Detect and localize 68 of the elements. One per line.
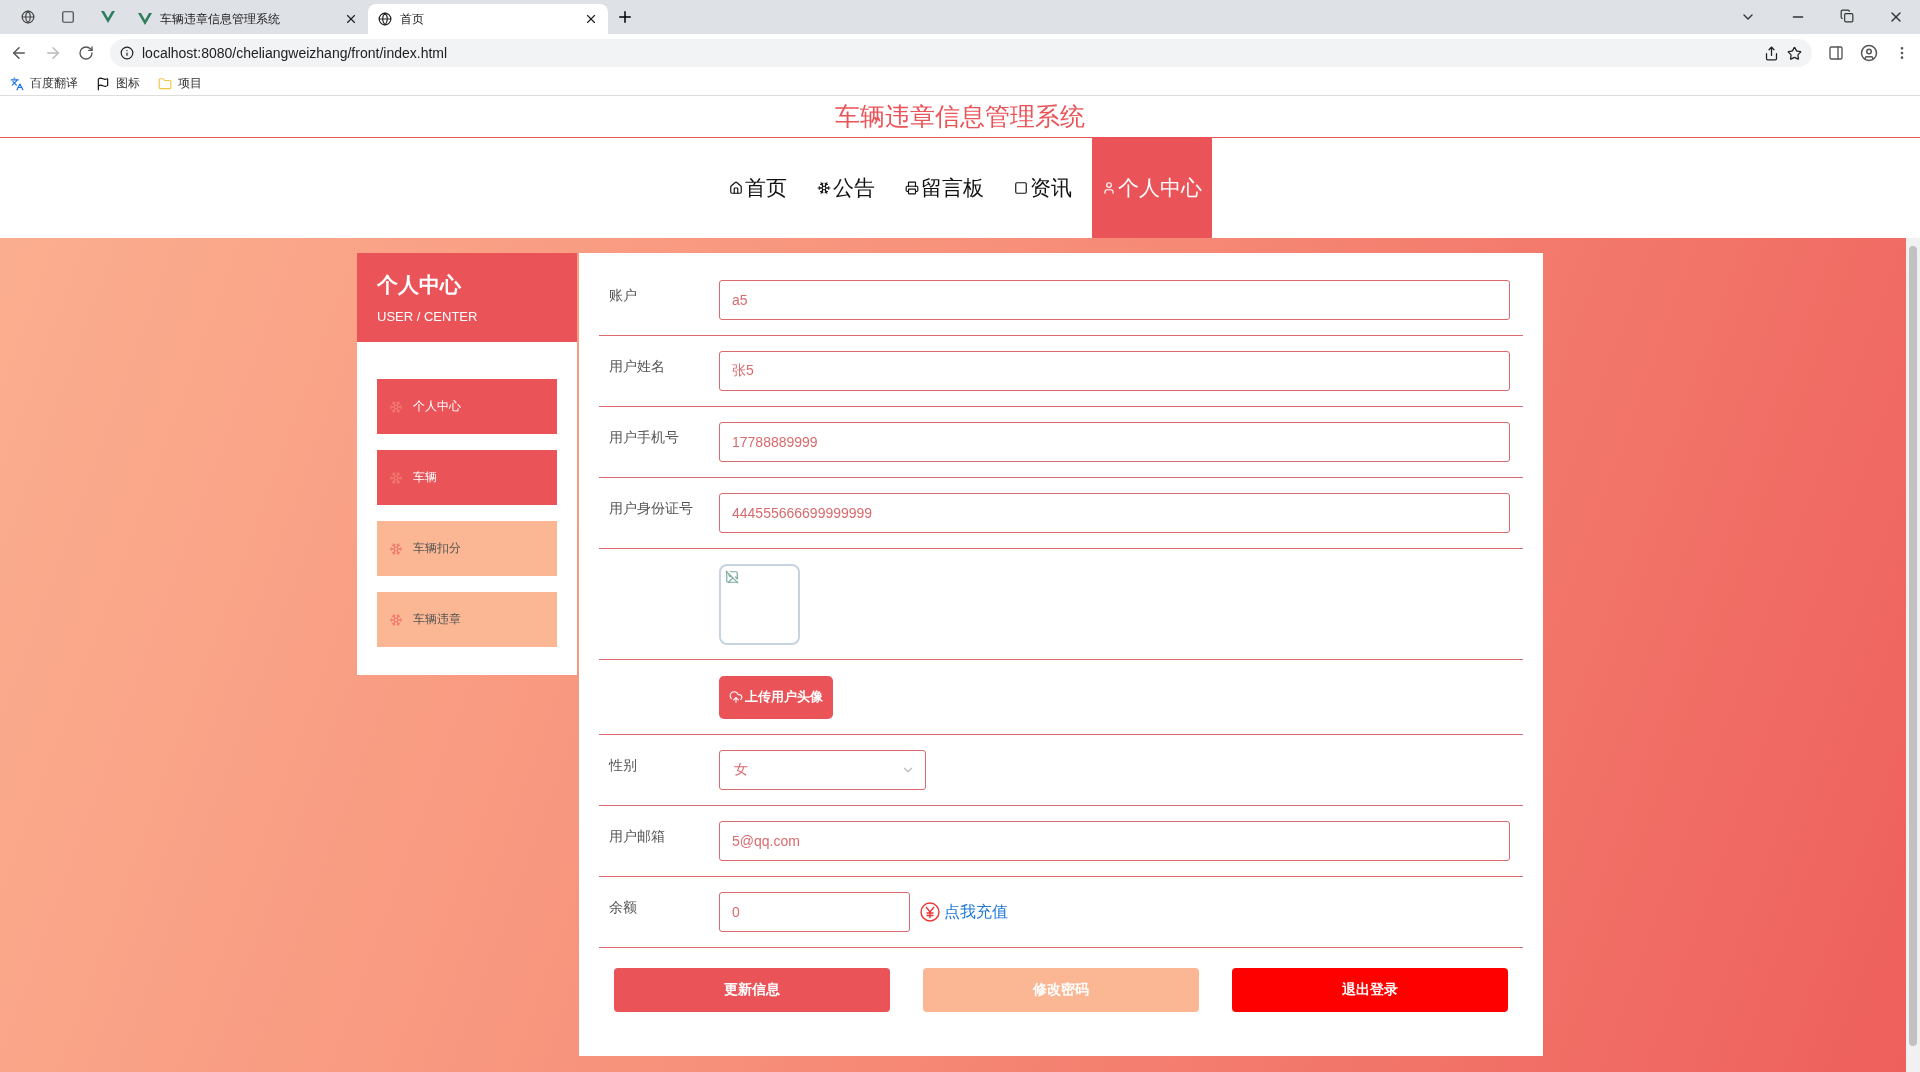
cloud-upload-icon <box>729 690 743 704</box>
profile-icon[interactable] <box>1860 44 1878 62</box>
snowflake-icon <box>389 612 403 627</box>
side-panel-icon[interactable] <box>1828 45 1844 61</box>
info-icon[interactable] <box>120 46 134 60</box>
nav-tab[interactable]: 资讯 <box>1003 138 1082 238</box>
input-field[interactable]: 444555666699999999 <box>719 493 1510 533</box>
translate-icon <box>10 76 24 91</box>
field-label: 用户邮箱 <box>608 827 666 846</box>
input-field[interactable]: a5 <box>719 280 1510 320</box>
sidebar-item[interactable]: 车辆 <box>377 450 557 505</box>
sidebar-item[interactable]: 车辆违章 <box>377 592 557 647</box>
browser-tab[interactable]: 车辆违章信息管理系统 <box>128 4 368 34</box>
input-field[interactable]: 17788889999 <box>719 422 1510 462</box>
v-logo-icon <box>138 12 152 26</box>
sidebar-subtitle: USER / CENTER <box>377 309 479 324</box>
star-icon[interactable] <box>1787 45 1802 61</box>
nav-tab[interactable]: 个人中心 <box>1091 138 1212 238</box>
close-icon[interactable] <box>584 12 598 26</box>
square-icon <box>61 10 75 24</box>
recharge-link[interactable]: 点我充值 <box>920 901 1008 923</box>
reload-icon[interactable] <box>78 45 94 61</box>
user-icon <box>1101 181 1116 195</box>
new-tab-icon[interactable] <box>616 8 634 26</box>
bookmark[interactable]: 百度翻译 <box>10 75 78 92</box>
sidebar-item[interactable]: 车辆扣分 <box>377 521 557 576</box>
input-field[interactable]: 5@qq.com <box>719 821 1510 861</box>
snowflake-icon <box>389 470 403 485</box>
site-title: 车辆违章信息管理系统 <box>835 101 1085 132</box>
nav-tab[interactable]: 留言板 <box>894 138 994 238</box>
yen-icon <box>920 902 940 922</box>
scrollbar[interactable] <box>1906 238 1920 1072</box>
v-logo-icon <box>101 10 115 24</box>
field-label: 用户手机号 <box>608 428 680 447</box>
field-label: 用户姓名 <box>608 357 666 376</box>
input-field[interactable]: 0 <box>719 892 910 932</box>
sidebar-item[interactable]: 个人中心 <box>377 379 557 434</box>
browser-tab[interactable]: 首页 <box>368 4 608 34</box>
globe-icon <box>378 12 392 26</box>
select-field[interactable]: 女 <box>719 750 926 790</box>
nav-tab[interactable]: 首页 <box>718 138 797 238</box>
field-label: 性别 <box>607 756 638 775</box>
globe-icon <box>21 10 35 24</box>
printer-icon <box>904 181 919 195</box>
folder-icon <box>158 76 172 91</box>
field-label: 余额 <box>608 898 638 917</box>
bookmark[interactable]: 图标 <box>96 75 140 92</box>
field-label: 用户身份证号 <box>608 499 694 518</box>
nav-tab[interactable]: 公告 <box>806 138 885 238</box>
close-icon[interactable] <box>344 12 358 26</box>
broken-image-icon <box>725 569 739 584</box>
field-label: 账户 <box>608 286 638 305</box>
share-icon[interactable] <box>1764 45 1779 61</box>
action-button[interactable]: 更新信息 <box>614 968 890 1012</box>
home-icon <box>728 181 743 195</box>
snowflake-icon <box>389 541 403 556</box>
input-field[interactable]: 张5 <box>719 351 1510 391</box>
sidebar-title: 个人中心 <box>377 272 462 298</box>
restore-icon[interactable] <box>1840 9 1854 23</box>
snowflake-icon <box>816 181 831 195</box>
bookmark[interactable]: 项目 <box>158 75 202 92</box>
flag-icon <box>96 76 110 91</box>
square-icon <box>1013 181 1028 195</box>
address-bar[interactable]: localhost:8080/cheliangweizhang/front/index.html <box>110 39 1812 67</box>
back-icon[interactable] <box>10 44 28 62</box>
action-button[interactable]: 退出登录 <box>1232 968 1508 1012</box>
snowflake-icon <box>389 399 403 414</box>
upload-button[interactable]: 上传用户头像 <box>719 675 833 719</box>
